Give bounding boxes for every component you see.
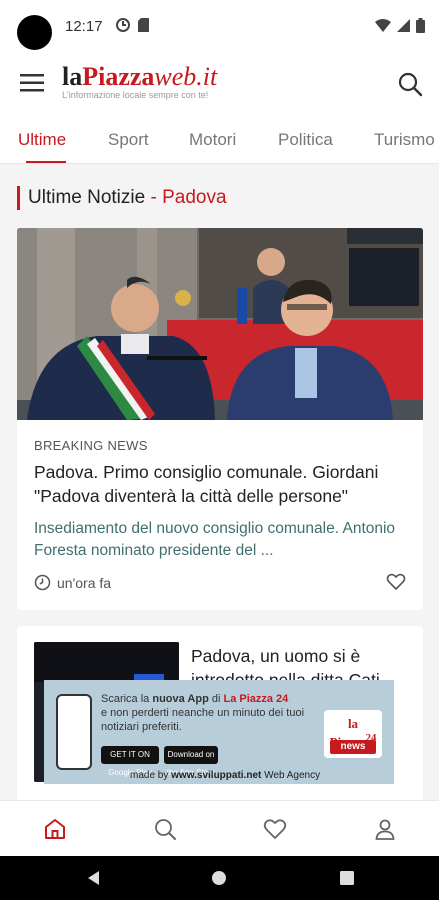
- breaking-news-badge: BREAKING NEWS: [34, 438, 148, 453]
- status-bar: 12:17: [0, 0, 439, 52]
- wifi-icon: [375, 19, 391, 32]
- user-icon[interactable]: [373, 817, 397, 841]
- category-tabs: Ultime Sport Motori Politica Turismo: [0, 116, 439, 164]
- tab-politica[interactable]: Politica: [278, 130, 333, 150]
- system-navigation-bar: [0, 856, 439, 900]
- tab-turismo[interactable]: Turismo: [374, 130, 435, 150]
- section-title-label: Ultime Notizie: [28, 187, 146, 208]
- banner-text: Scarica la nuova App di La Piazza 24 e no…: [101, 693, 305, 733]
- camera-cutout: [17, 15, 52, 50]
- sim-card-icon: [138, 18, 149, 32]
- recents-icon[interactable]: [339, 870, 355, 886]
- status-time: 12:17: [65, 18, 103, 35]
- phone-mockup: [56, 694, 92, 770]
- article-time-label: un'ora fa: [57, 574, 112, 591]
- brand-logo[interactable]: laPiazzaweb.it L'informazione locale sem…: [62, 62, 217, 100]
- article-timestamp: un'ora fa: [34, 574, 111, 591]
- app-header: laPiazzaweb.it L'informazione locale sem…: [0, 52, 439, 116]
- featured-article-card[interactable]: BREAKING NEWS Padova. Primo consiglio co…: [17, 228, 423, 610]
- data-saver-icon: [116, 18, 130, 32]
- article-title[interactable]: Padova. Primo consiglio comunale. Giorda…: [34, 460, 412, 508]
- search-icon[interactable]: [153, 817, 177, 841]
- section-title: Ultime Notizie - Padova: [17, 186, 227, 210]
- hamburger-icon[interactable]: [20, 74, 44, 92]
- home-icon[interactable]: [43, 817, 67, 841]
- search-icon[interactable]: [397, 71, 423, 97]
- clock-icon: [34, 574, 51, 591]
- back-icon[interactable]: [86, 870, 102, 886]
- tab-ultime[interactable]: Ultime: [18, 130, 66, 150]
- tab-motori[interactable]: Motori: [189, 130, 236, 150]
- article-photo[interactable]: [17, 228, 423, 420]
- status-system-icons: [375, 18, 425, 33]
- status-notification-icons: [116, 18, 149, 32]
- app-store-button[interactable]: Download on the App Store: [164, 746, 218, 777]
- piazza24-news-logo: la Piazza24 news: [324, 710, 382, 758]
- active-tab-indicator: [26, 161, 66, 163]
- tab-sport[interactable]: Sport: [108, 130, 149, 150]
- logo-wordmark: laPiazzaweb.it: [62, 62, 218, 91]
- heart-icon[interactable]: [263, 817, 287, 841]
- signal-icon: [397, 19, 410, 32]
- banner-credit: made by www.sviluppati.net Web Agency: [130, 770, 321, 781]
- logo-tagline: L'informazione locale sempre con te!: [62, 90, 209, 100]
- battery-icon: [416, 18, 425, 33]
- article-excerpt: Insediamento del nuovo consiglio comunal…: [34, 520, 396, 559]
- section-city: Padova: [162, 187, 227, 208]
- home-button-icon[interactable]: [211, 870, 227, 886]
- app-promo-banner[interactable]: Scarica la nuova App di La Piazza 24 e no…: [44, 680, 394, 784]
- google-play-button[interactable]: GET IT ON Google Play: [101, 746, 159, 777]
- heart-icon[interactable]: [386, 572, 406, 592]
- bottom-navigation: [0, 800, 439, 856]
